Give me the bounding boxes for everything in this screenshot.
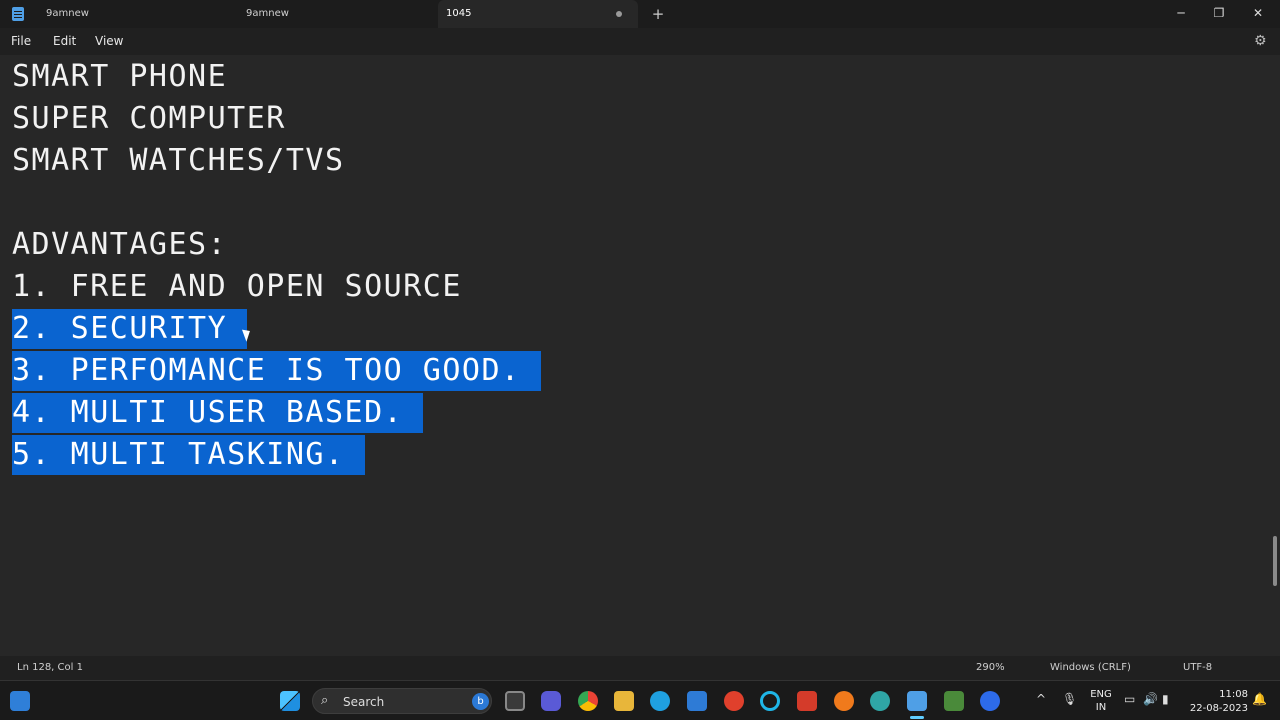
clock-date: 22-08-2023 [1189,703,1248,714]
app-globe-icon[interactable] [870,691,890,711]
editor-line-selected[interactable]: 4. MULTI USER BASED. [12,393,424,433]
taskbar-search-input[interactable]: ⌕ Search b [312,688,492,714]
menu-file[interactable]: File [11,34,31,48]
region-code: IN [1095,702,1107,713]
scrollbar-thumb[interactable] [1273,536,1277,586]
notepad-taskbar-icon[interactable] [907,691,927,711]
teams-chat-icon[interactable] [541,691,561,711]
photos-icon[interactable] [944,691,964,711]
tab-9amnew-2[interactable]: 9amnew [240,0,436,28]
menu-bar: File Edit View ⚙ [0,28,1280,55]
editor-line[interactable]: ADVANTAGES: [12,225,227,265]
start-windows-icon[interactable] [280,691,300,711]
active-app-indicator [910,716,924,719]
title-bar: 9amnew 9amnew 1045 + ─ ❐ ✕ [0,0,1280,28]
notepad-window: 9amnew 9amnew 1045 + ─ ❐ ✕ File Edit Vie… [0,0,1280,720]
status-bar: Ln 128, Col 1 290% Windows (CRLF) UTF-8 [0,656,1280,680]
close-button[interactable]: ✕ [1247,3,1269,23]
editor-line-selected[interactable]: 5. MULTI TASKING. [12,435,365,475]
editor-line[interactable]: SMART PHONE [12,57,227,97]
settings-gear-icon[interactable]: ⚙ [1254,33,1267,49]
notification-bell-icon[interactable]: 🔔 [1252,692,1267,706]
menu-edit[interactable]: Edit [53,34,76,48]
network-icon[interactable]: ▭ [1124,692,1135,706]
bing-icon[interactable]: b [472,693,489,710]
vertical-scrollbar[interactable] [1270,55,1280,656]
tab-9amnew-1[interactable]: 9amnew [40,0,236,28]
chrome-icon[interactable] [578,691,598,711]
editor-line[interactable]: 1. FREE AND OPEN SOURCE [12,267,462,307]
microphone-icon[interactable]: 🎙 [1062,692,1077,706]
search-label: Search [343,695,385,709]
cursor-position: Ln 128, Col 1 [17,662,83,673]
zoom-icon[interactable] [980,691,1000,711]
notepad-app-icon [12,7,24,21]
maximize-button[interactable]: ❐ [1208,3,1230,23]
tab-label: 9amnew [46,8,89,19]
tab-label: 9amnew [246,8,289,19]
xampp-icon[interactable] [797,691,817,711]
language-code: ENG [1090,689,1112,700]
tab-label: 1045 [446,8,472,19]
app-red-icon[interactable] [724,691,744,711]
widgets-icon[interactable] [10,691,30,711]
show-hidden-icons-chevron-icon[interactable]: ^ [1036,692,1046,706]
new-tab-button[interactable]: + [650,5,666,23]
unsaved-dot-icon[interactable] [616,11,622,17]
encoding[interactable]: UTF-8 [1183,662,1212,673]
app-ring-icon[interactable] [760,691,780,711]
firefox-icon[interactable] [834,691,854,711]
search-icon: ⌕ [321,693,329,708]
taskbar [0,680,1280,720]
edge-icon[interactable] [650,691,670,711]
text-editor[interactable]: SMART PHONE SUPER COMPUTER SMART WATCHES… [0,55,1270,656]
tab-1045-active[interactable]: 1045 [438,0,638,28]
volume-icon[interactable]: 🔊 [1143,692,1158,706]
language-indicator[interactable]: ENG IN [1090,688,1112,714]
zoom-level[interactable]: 290% [976,662,1005,673]
task-view-icon[interactable] [505,691,525,711]
system-clock[interactable]: 11:08 22-08-2023 [1188,688,1248,716]
editor-line[interactable]: SUPER COMPUTER [12,99,286,139]
battery-icon[interactable]: ▮ [1162,692,1169,706]
line-ending[interactable]: Windows (CRLF) [1050,662,1131,673]
editor-line-selected[interactable]: 3. PERFOMANCE IS TOO GOOD. [12,351,541,391]
clock-time: 11:08 [1219,689,1248,700]
mail-icon[interactable] [687,691,707,711]
file-explorer-icon[interactable] [614,691,634,711]
minimize-button[interactable]: ─ [1170,3,1192,23]
editor-line-selected[interactable]: 2. SECURITY [12,309,248,349]
menu-view[interactable]: View [95,34,123,48]
editor-line[interactable]: SMART WATCHES/TVS [12,141,345,181]
